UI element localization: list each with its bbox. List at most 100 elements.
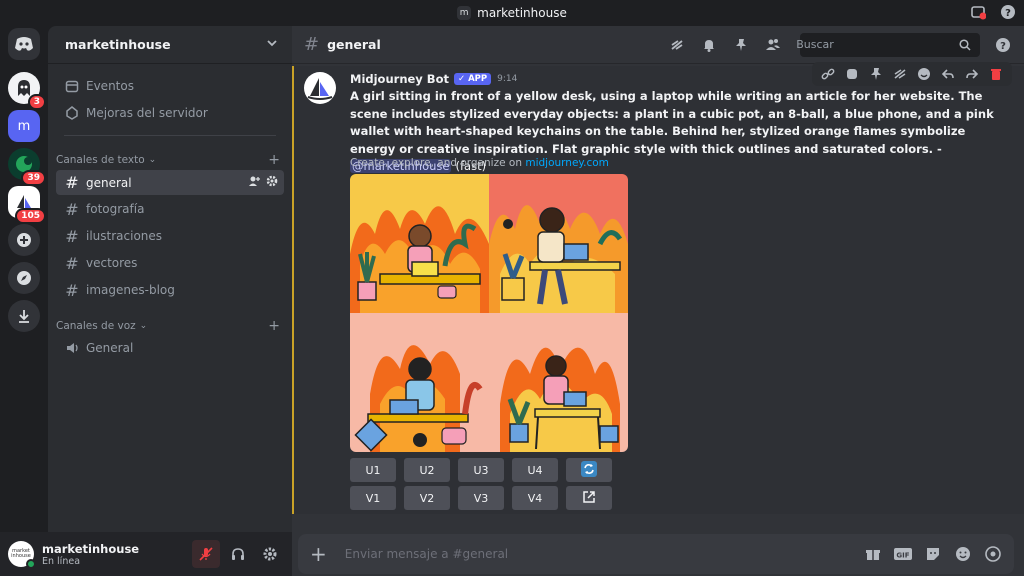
channel-title: general xyxy=(327,37,381,52)
generated-image-grid[interactable] xyxy=(350,174,628,452)
composer-placeholder: Enviar mensaje a #general xyxy=(344,547,509,561)
channel-label: general xyxy=(86,175,132,190)
add-attachment-icon[interactable]: + xyxy=(310,542,327,566)
upscale-button-row: U1 U2 U3 U4 xyxy=(350,458,612,482)
window-title: marketinhouse xyxy=(477,6,567,20)
mute-button[interactable] xyxy=(192,540,220,568)
svg-text:GIF: GIF xyxy=(896,552,909,560)
message-composer[interactable]: + Enviar mensaje a #general GIF xyxy=(298,534,1014,574)
u2-button[interactable]: U2 xyxy=(404,458,450,482)
variation-button-row: V1 V2 V3 V4 xyxy=(350,486,612,510)
members-icon[interactable] xyxy=(764,36,782,54)
u1-button[interactable]: U1 xyxy=(350,458,396,482)
voice-channel-general[interactable]: General xyxy=(56,336,284,360)
server-green-icon[interactable]: 39 xyxy=(8,148,46,186)
v1-button[interactable]: V1 xyxy=(350,486,396,510)
mention-badge: 3 xyxy=(27,94,46,110)
chevron-down-icon: ⌄ xyxy=(139,321,148,331)
category-text-channels[interactable]: Canales de texto ⌄ + xyxy=(56,152,280,168)
threads-icon[interactable] xyxy=(668,36,686,54)
server-midjourney-icon[interactable]: 105 xyxy=(8,186,46,224)
server-name: marketinhouse xyxy=(65,37,171,52)
link-icon[interactable] xyxy=(820,66,836,82)
help-icon[interactable]: ? xyxy=(994,36,1012,54)
search-placeholder: Buscar xyxy=(796,38,834,51)
svg-text:?: ? xyxy=(1000,41,1006,52)
sidebar-item-label: Mejoras del servidor xyxy=(86,106,208,120)
gift-icon[interactable] xyxy=(864,545,882,563)
channel-vectores[interactable]: # vectores xyxy=(56,251,284,275)
bot-avatar[interactable] xyxy=(304,72,336,104)
generated-image-2[interactable] xyxy=(489,174,628,313)
discord-home-icon[interactable] xyxy=(8,28,40,60)
sidebar-item-label: Eventos xyxy=(86,79,134,93)
message-prompt: A girl sitting in front of a yellow desk… xyxy=(350,89,994,156)
pin-icon[interactable] xyxy=(732,36,750,54)
sticker-icon[interactable] xyxy=(924,545,942,563)
server-header[interactable]: marketinhouse xyxy=(48,26,292,64)
add-server-icon[interactable] xyxy=(8,224,40,256)
hashtag-icon: # xyxy=(65,199,79,219)
explore-icon[interactable] xyxy=(8,262,40,294)
settings-gear-icon[interactable] xyxy=(256,540,284,568)
add-channel-icon[interactable]: + xyxy=(268,318,280,334)
search-icon xyxy=(956,36,974,54)
chevron-down-icon: ⌄ xyxy=(148,155,157,165)
channel-general[interactable]: # general xyxy=(56,170,284,195)
reroll-icon xyxy=(581,460,597,480)
add-channel-icon[interactable]: + xyxy=(268,152,280,168)
category-label: Canales de texto xyxy=(56,154,145,166)
channel-imagenes-blog[interactable]: # imagenes-blog xyxy=(56,278,284,302)
reroll-button[interactable] xyxy=(566,458,612,482)
mention-badge: 105 xyxy=(15,208,46,224)
forward-icon[interactable] xyxy=(964,66,980,82)
v4-button[interactable]: V4 xyxy=(512,486,558,510)
bell-icon[interactable] xyxy=(700,36,718,54)
generated-image-1[interactable] xyxy=(350,174,489,313)
server-ghost-icon[interactable]: 3 xyxy=(8,72,46,110)
u3-button[interactable]: U3 xyxy=(458,458,504,482)
gear-icon[interactable] xyxy=(266,175,278,190)
open-link-button[interactable] xyxy=(566,486,612,510)
reply-icon[interactable] xyxy=(940,66,956,82)
v2-button[interactable]: V2 xyxy=(404,486,450,510)
mention-badge: 39 xyxy=(21,170,46,186)
invite-icon[interactable] xyxy=(248,175,260,190)
delete-icon[interactable] xyxy=(988,66,1004,82)
apps-icon[interactable] xyxy=(984,545,1002,563)
channel-label: vectores xyxy=(86,256,138,270)
v3-button[interactable]: V3 xyxy=(458,486,504,510)
u4-button[interactable]: U4 xyxy=(512,458,558,482)
app-icon[interactable] xyxy=(844,66,860,82)
channel-ilustraciones[interactable]: # ilustraciones xyxy=(56,224,284,248)
generated-image-3[interactable] xyxy=(350,313,489,452)
app-badge: ✓ APP xyxy=(453,73,492,85)
message-author[interactable]: Midjourney Bot xyxy=(350,72,449,86)
server-initial: m xyxy=(457,6,472,20)
app-badge-label: APP xyxy=(468,74,488,84)
hashtag-icon: # xyxy=(65,173,79,192)
category-label: Canales de voz xyxy=(56,320,136,332)
channel-fotografia[interactable]: # fotografía xyxy=(56,197,284,221)
message[interactable]: Midjourney Bot ✓ APP 9:14 A girl sitting… xyxy=(292,62,1024,514)
generated-image-4[interactable] xyxy=(489,313,628,452)
download-icon[interactable] xyxy=(8,300,40,332)
emoji-icon[interactable] xyxy=(954,545,972,563)
headphones-button[interactable] xyxy=(224,540,252,568)
gif-icon[interactable]: GIF xyxy=(894,545,912,563)
channel-label: imagenes-blog xyxy=(86,283,175,297)
inbox-icon[interactable] xyxy=(970,4,986,20)
pin-icon[interactable] xyxy=(868,66,884,82)
avatar[interactable]: market inhouse xyxy=(8,541,36,569)
search-input[interactable]: Buscar xyxy=(796,32,980,57)
server-marketinhouse-icon[interactable]: m xyxy=(8,110,40,142)
midjourney-link[interactable]: midjourney.com xyxy=(525,157,609,169)
external-link-icon xyxy=(582,490,596,507)
sidebar-item-eventos[interactable]: Eventos xyxy=(56,74,284,98)
category-voice-channels[interactable]: Canales de voz ⌄ + xyxy=(56,318,280,334)
help-icon[interactable]: ? xyxy=(1000,4,1016,20)
message-timestamp: 9:14 xyxy=(497,74,518,84)
sidebar-item-mejoras[interactable]: Mejoras del servidor xyxy=(56,101,284,125)
thread-icon[interactable] xyxy=(892,66,908,82)
emoji-icon[interactable] xyxy=(916,66,932,82)
